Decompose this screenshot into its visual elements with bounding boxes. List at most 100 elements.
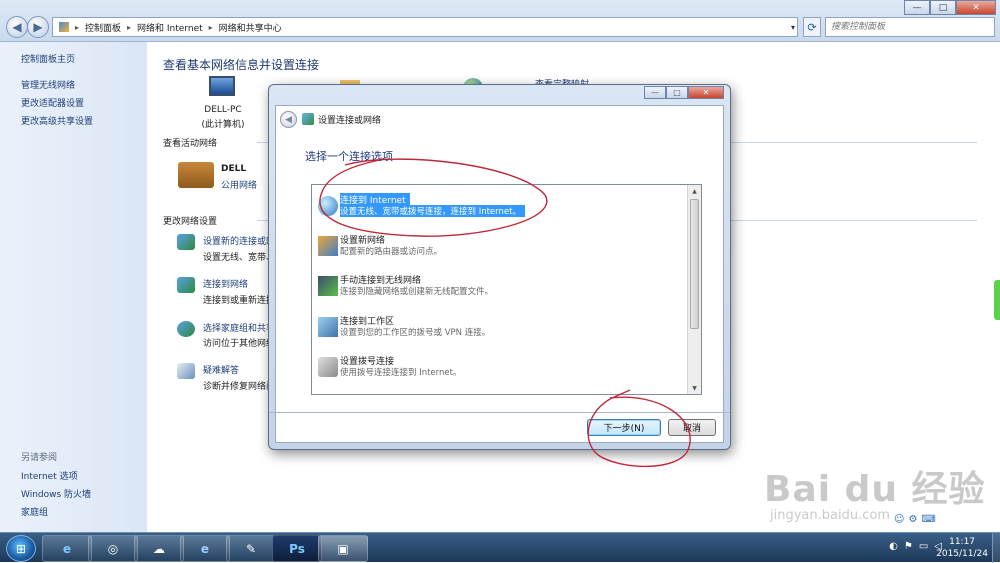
page-title: 查看基本网络信息并设置连接 <box>163 58 320 72</box>
clock[interactable]: 11:17 2015/11/24 <box>936 536 988 560</box>
bench-icon <box>178 162 214 188</box>
option-workplace[interactable]: 连接到工作区 设置到您的工作区的拨号或 VPN 连接。 <box>318 311 686 343</box>
dialog-footer-divider <box>269 412 730 413</box>
advanced-sharing-link[interactable]: 更改高级共享设置 <box>21 114 93 127</box>
option-manual-wireless[interactable]: 手动连接到无线网络 连接到隐藏网络或创建新无线配置文件。 <box>318 270 686 302</box>
taskbar-cloud[interactable]: ☁ <box>134 535 184 562</box>
dialog-window-controls: — □ ✕ <box>644 86 724 99</box>
workplace-icon <box>318 317 338 337</box>
dialog-close-button[interactable]: ✕ <box>688 86 724 99</box>
internet-options-link[interactable]: Internet 选项 <box>21 469 78 482</box>
router-icon <box>318 236 338 256</box>
address-dropdown-icon[interactable]: ▾ <box>786 17 800 37</box>
task-link-homegroup[interactable]: 选择家庭组和共享 <box>203 321 275 334</box>
connect-network-icon <box>177 277 195 293</box>
side-widget-handle[interactable] <box>994 280 1000 320</box>
network-type-link[interactable]: 公用网络 <box>221 178 257 191</box>
globe-icon <box>318 196 338 216</box>
maximize-button[interactable]: □ <box>930 0 956 15</box>
task-desc-troubleshoot: 诊断并修复网络问 <box>203 382 276 392</box>
connection-options-list[interactable]: 连接到 Internet 设置无线、宽带或拨号连接，连接到 Internet。 … <box>311 184 702 395</box>
control-panel-icon <box>59 22 69 32</box>
scroll-down-icon[interactable]: ▼ <box>688 382 701 394</box>
minimize-button[interactable]: — <box>904 0 930 15</box>
dialog-minimize-button[interactable]: — <box>644 86 666 99</box>
change-adapter-link[interactable]: 更改适配器设置 <box>21 96 84 109</box>
forward-button[interactable]: ▶ <box>27 16 49 38</box>
see-also-title: 另请参阅 <box>21 453 58 463</box>
taskbar-paint[interactable]: ✎ <box>226 535 276 562</box>
option-desc: 配置新的路由器或访问点。 <box>340 247 443 257</box>
dialog-title: 设置连接或网络 <box>318 116 382 126</box>
dialog-back-button[interactable]: ◀ <box>280 111 297 128</box>
cancel-button[interactable]: 取消 <box>668 419 716 436</box>
refresh-button[interactable]: ⟳ <box>803 17 821 37</box>
network-setup-icon <box>302 113 314 125</box>
firewall-link[interactable]: Windows 防火墙 <box>21 487 91 500</box>
search-input[interactable] <box>825 17 995 37</box>
pc-subtitle: (此计算机) <box>201 120 245 130</box>
change-settings-title: 更改网络设置 <box>163 217 218 227</box>
show-desktop-button[interactable] <box>992 533 1000 563</box>
next-button[interactable]: 下一步(N) <box>587 419 661 436</box>
option-desc: 使用拨号连接连接到 Internet。 <box>340 368 462 378</box>
keyboard-icon[interactable]: ⌨ <box>921 514 935 525</box>
start-button[interactable]: ⊞ <box>6 535 36 562</box>
taskbar-network-center[interactable]: ▣ <box>318 535 368 562</box>
mascot-icon[interactable]: ☺ <box>894 514 904 525</box>
taskbar-browser[interactable]: e <box>180 535 230 562</box>
homegroup-icon <box>177 321 195 337</box>
clock-time: 11:17 <box>949 537 976 547</box>
task-link-troubleshoot[interactable]: 疑难解答 <box>203 363 239 376</box>
task-desc-homegroup: 访问位于其他网络 <box>203 339 276 349</box>
breadcrumb-item[interactable]: 网络和共享中心 <box>219 21 282 34</box>
breadcrumb-item[interactable]: 网络和 Internet <box>137 21 203 34</box>
flag-icon[interactable]: ⚑ <box>904 541 913 552</box>
scroll-up-icon[interactable]: ▲ <box>688 185 701 197</box>
control-panel-home-link[interactable]: 控制面板主页 <box>21 52 75 65</box>
taskbar: ⊞ e ◎ ☁ e ✎ Ps ▣ ◐ ⚑ ▭ ◁ 11:17 2015/11/2… <box>0 532 1000 563</box>
troubleshoot-icon <box>177 363 195 379</box>
option-connect-internet[interactable]: 连接到 Internet 设置无线、宽带或拨号连接，连接到 Internet。 <box>318 190 686 222</box>
breadcrumb-separator: ▸ <box>127 22 132 32</box>
display-icon[interactable]: ▭ <box>919 541 928 552</box>
floating-toolbar: ☺ ⚙ ⌨ <box>894 514 936 525</box>
left-pane: 控制面板主页 管理无线网络 更改适配器设置 更改高级共享设置 另请参阅 Inte… <box>0 42 147 532</box>
taskbar-ie[interactable]: e <box>42 535 92 562</box>
breadcrumb-item[interactable]: 控制面板 <box>85 21 121 34</box>
address-bar[interactable]: ▸ 控制面板 ▸ 网络和 Internet ▸ 网络和共享中心 <box>52 17 798 37</box>
homegroup-link[interactable]: 家庭组 <box>21 505 48 518</box>
task-desc-connect: 连接到或重新连接 <box>203 296 276 306</box>
dialog-maximize-button[interactable]: □ <box>666 86 688 99</box>
option-desc: 连接到隐藏网络或创建新无线配置文件。 <box>340 287 494 297</box>
task-link-connect[interactable]: 连接到网络 <box>203 277 248 290</box>
breadcrumb-separator: ▸ <box>75 22 80 32</box>
window-controls: — □ ✕ <box>904 0 996 15</box>
wireless-icon <box>318 276 338 296</box>
active-networks-title: 查看活动网络 <box>163 139 218 149</box>
new-connection-icon <box>177 234 195 250</box>
network-tray-icon[interactable]: ◐ <box>889 541 898 552</box>
taskbar-app-2[interactable]: ◎ <box>88 535 138 562</box>
manage-wireless-link[interactable]: 管理无线网络 <box>21 78 75 91</box>
setup-connection-dialog: — □ ✕ ◀ 设置连接或网络 选择一个连接选项 连接到 Internet 设置… <box>268 84 731 450</box>
settings-icon[interactable]: ⚙ <box>908 514 917 525</box>
phone-icon <box>318 357 338 377</box>
scroll-thumb[interactable] <box>690 199 699 329</box>
task-link-setup[interactable]: 设置新的连接或网 <box>203 234 275 247</box>
watermark-brand: Bai du 经验 <box>764 469 986 510</box>
dialog-body: ◀ 设置连接或网络 选择一个连接选项 连接到 Internet 设置无线、宽带或… <box>275 105 724 443</box>
back-button[interactable]: ◀ <box>6 16 28 38</box>
system-tray: ◐ ⚑ ▭ ◁ <box>889 541 942 552</box>
option-new-network[interactable]: 设置新网络 配置新的路由器或访问点。 <box>318 230 686 262</box>
option-dialup[interactable]: 设置拨号连接 使用拨号连接连接到 Internet。 <box>318 351 686 383</box>
network-name: DELL <box>221 164 247 174</box>
clock-date: 2015/11/24 <box>936 549 988 559</box>
computer-icon <box>209 76 235 96</box>
taskbar-photoshop[interactable]: Ps <box>272 535 322 562</box>
option-desc: 设置到您的工作区的拨号或 VPN 连接。 <box>340 328 491 338</box>
explorer-toolbar: ◀ ▶ ▸ 控制面板 ▸ 网络和 Internet ▸ 网络和共享中心 ▾ ⟳ … <box>0 0 1000 42</box>
close-button[interactable]: ✕ <box>956 0 996 15</box>
option-desc: 设置无线、宽带或拨号连接，连接到 Internet。 <box>340 205 525 217</box>
vertical-scrollbar[interactable]: ▲ ▼ <box>687 185 701 394</box>
